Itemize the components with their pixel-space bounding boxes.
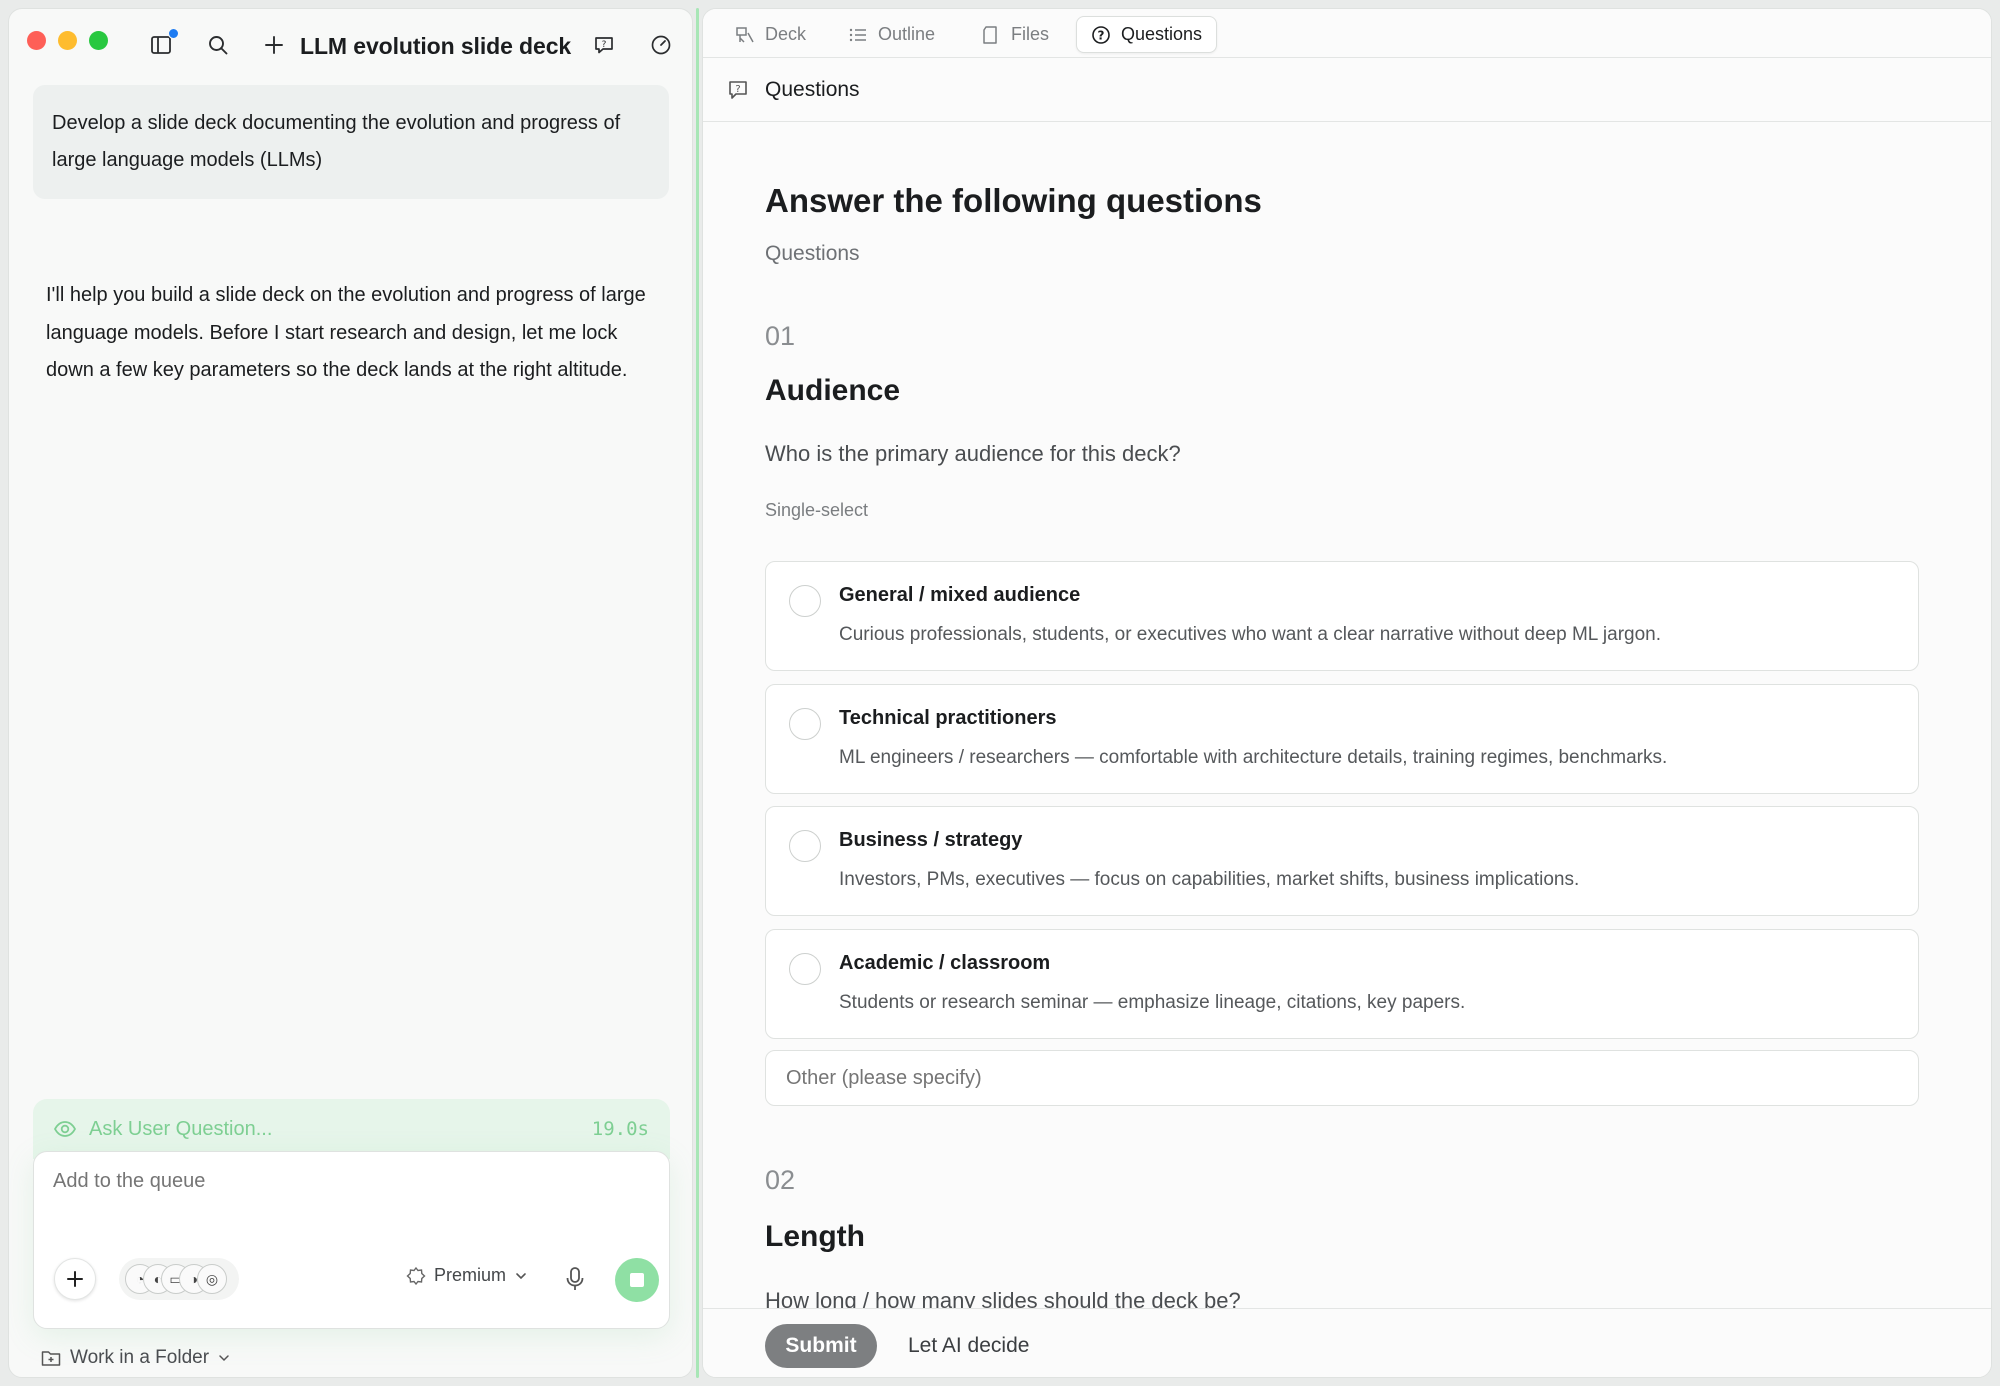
panel-header: ? Questions bbox=[703, 58, 1991, 122]
user-message: Develop a slide deck documenting the evo… bbox=[33, 85, 669, 199]
radio-button[interactable] bbox=[789, 953, 821, 985]
app-window: LLM evolution slide deck ? Develop a sli… bbox=[0, 0, 2000, 1386]
tool-chips[interactable]: ◔ ◐ ▭ ◑ ◎ bbox=[119, 1258, 239, 1300]
composer-area: Ask User Question... 19.0s ◔ ◐ ▭ ◑ ◎ bbox=[33, 1099, 670, 1331]
tab-label: Questions bbox=[1121, 24, 1203, 44]
stop-button[interactable] bbox=[615, 1258, 659, 1302]
option-description: Students or research seminar — emphasize… bbox=[839, 992, 1466, 1013]
tab-bar: Deck Outline Files ? Questions bbox=[703, 9, 1991, 58]
option-technical-practitioners[interactable]: Technical practitioners ML engineers / r… bbox=[765, 684, 1919, 794]
chat-pane: LLM evolution slide deck ? Develop a sli… bbox=[8, 8, 693, 1378]
tool-status-bar: Ask User Question... 19.0s bbox=[33, 1099, 670, 1159]
model-label: Premium bbox=[434, 1265, 507, 1285]
title-bar: LLM evolution slide deck ? bbox=[9, 9, 692, 71]
question-title: Length bbox=[765, 1220, 865, 1253]
tab-deck[interactable]: Deck bbox=[721, 16, 820, 53]
tab-outline[interactable]: Outline bbox=[834, 16, 949, 53]
list-icon bbox=[848, 25, 868, 45]
form-footer: Submit Let AI decide bbox=[703, 1308, 1991, 1377]
folder-plus-icon bbox=[41, 1349, 61, 1367]
tool-status-label: Ask User Question... bbox=[89, 1117, 273, 1140]
maximize-window-button[interactable] bbox=[89, 31, 108, 50]
elapsed-timer: 19.0s bbox=[591, 1118, 649, 1140]
close-window-button[interactable] bbox=[27, 31, 46, 50]
svg-text:?: ? bbox=[1098, 28, 1105, 42]
tab-questions[interactable]: ? Questions bbox=[1076, 16, 1218, 53]
usage-gauge-icon[interactable] bbox=[649, 33, 673, 57]
tab-label: Outline bbox=[878, 24, 936, 44]
svg-text:?: ? bbox=[602, 40, 607, 50]
option-description: ML engineers / researchers — comfortable… bbox=[839, 747, 1668, 768]
minimize-window-button[interactable] bbox=[58, 31, 77, 50]
assistant-message: I'll help you build a slide deck on the … bbox=[46, 284, 646, 381]
microphone-icon[interactable] bbox=[560, 1262, 590, 1296]
deck-icon bbox=[735, 25, 755, 45]
add-attachment-button[interactable] bbox=[54, 1258, 96, 1300]
chevron-down-icon bbox=[218, 1352, 230, 1364]
radio-button[interactable] bbox=[789, 585, 821, 617]
eye-icon bbox=[53, 1117, 77, 1141]
form-title: Answer the following questions bbox=[765, 182, 1262, 219]
let-ai-decide-button[interactable]: Let AI decide bbox=[908, 1334, 1029, 1358]
window-title: LLM evolution slide deck bbox=[300, 33, 572, 59]
stop-icon bbox=[630, 1273, 644, 1287]
option-title: General / mixed audience bbox=[839, 584, 1081, 606]
model-selector[interactable]: Premium bbox=[406, 1265, 528, 1286]
composer: ◔ ◐ ▭ ◑ ◎ Premium bbox=[33, 1151, 670, 1329]
tool-chip-icon: ◎ bbox=[197, 1264, 227, 1294]
svg-text:?: ? bbox=[735, 84, 740, 95]
tab-files[interactable]: Files bbox=[967, 16, 1063, 53]
question-number: 02 bbox=[765, 1165, 796, 1195]
notification-badge bbox=[168, 28, 179, 39]
question-circle-icon: ? bbox=[1091, 25, 1111, 45]
radio-button[interactable] bbox=[789, 830, 821, 862]
sidebar-toggle-icon[interactable] bbox=[149, 28, 179, 57]
tab-label: Files bbox=[1011, 24, 1050, 44]
artifact-pane: Deck Outline Files ? Questions ? Questio… bbox=[702, 8, 1992, 1378]
question-bubble-icon: ? bbox=[727, 79, 749, 101]
tab-label: Deck bbox=[765, 24, 807, 44]
option-general-audience[interactable]: General / mixed audience Curious profess… bbox=[765, 561, 1919, 671]
chevron-down-icon bbox=[514, 1269, 528, 1283]
question-mode: Single-select bbox=[765, 500, 869, 520]
option-title: Technical practitioners bbox=[839, 707, 1057, 729]
option-title: Academic / classroom bbox=[839, 952, 1051, 974]
other-specify-input[interactable] bbox=[765, 1050, 1919, 1106]
question-title: Audience bbox=[765, 374, 901, 407]
file-icon bbox=[981, 25, 1001, 45]
model-badge-icon bbox=[406, 1266, 426, 1286]
work-in-folder-button[interactable]: Work in a Folder bbox=[41, 1347, 230, 1369]
folder-label: Work in a Folder bbox=[70, 1347, 210, 1368]
submit-button[interactable]: Submit bbox=[765, 1324, 877, 1368]
option-academic-classroom[interactable]: Academic / classroom Students or researc… bbox=[765, 929, 1919, 1039]
question-number: 01 bbox=[765, 321, 796, 351]
new-chat-icon[interactable] bbox=[262, 33, 286, 57]
window-controls bbox=[27, 31, 108, 50]
option-business-strategy[interactable]: Business / strategy Investors, PMs, exec… bbox=[765, 806, 1919, 916]
search-icon[interactable] bbox=[206, 33, 230, 57]
option-description: Investors, PMs, executives — focus on ca… bbox=[839, 869, 1580, 890]
queue-input[interactable] bbox=[53, 1170, 613, 1193]
option-description: Curious professionals, students, or exec… bbox=[839, 624, 1662, 645]
pane-resize-handle[interactable] bbox=[696, 8, 699, 1378]
option-title: Business / strategy bbox=[839, 829, 1023, 851]
panel-header-title: Questions bbox=[765, 77, 860, 101]
question-prompt: Who is the primary audience for this dec… bbox=[765, 441, 1181, 466]
feedback-icon[interactable]: ? bbox=[592, 33, 616, 57]
radio-button[interactable] bbox=[789, 708, 821, 740]
form-subtitle: Questions bbox=[765, 242, 860, 265]
